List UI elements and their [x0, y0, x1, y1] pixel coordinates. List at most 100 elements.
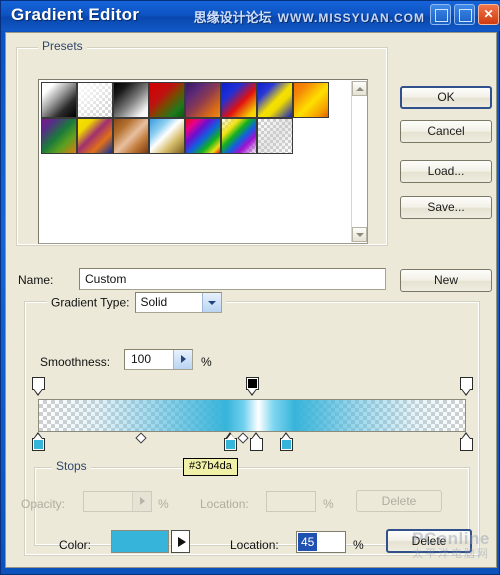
preset-swatch-black-white[interactable]	[113, 82, 149, 118]
close-button[interactable]: ✕	[478, 4, 499, 25]
opacity-stop-fill	[247, 379, 257, 388]
presets-scrollbar[interactable]	[351, 81, 367, 242]
color-stop-fill	[251, 440, 261, 449]
opacity-stepper-icon	[132, 492, 151, 511]
dialog-client-area: Presets OK Cancel Load... Save... New Na…	[5, 32, 497, 568]
color-delete-button[interactable]: Delete	[386, 529, 472, 553]
presets-list[interactable]	[38, 79, 368, 244]
presets-swatch-grid	[41, 82, 337, 154]
opacity-value	[84, 494, 90, 508]
gradient-preview-area	[24, 377, 480, 457]
preset-swatch-transparent-rainbow[interactable]	[221, 118, 257, 154]
preset-swatch-blue-red-yellow[interactable]	[221, 82, 257, 118]
color-stop-fill	[281, 440, 291, 449]
color-stop-fill	[461, 440, 471, 449]
preset-swatch-red-green[interactable]	[149, 82, 185, 118]
preset-swatch-foreground-to-background[interactable]	[41, 82, 77, 118]
name-label: Name:	[18, 273, 54, 287]
smoothness-input[interactable]: 100	[124, 349, 193, 370]
opacity-delete-button: Delete	[356, 490, 442, 512]
preset-swatch-violet-green-orange[interactable]	[41, 118, 77, 154]
name-input[interactable]: Custom	[79, 268, 386, 290]
close-icon: ✕	[483, 7, 494, 21]
color-swatch[interactable]	[111, 530, 169, 553]
ok-button[interactable]: OK	[400, 86, 492, 109]
gradient-preview	[39, 400, 465, 431]
preset-swatch-orange-yellow-orange[interactable]	[293, 82, 329, 118]
presets-scroll-up-button[interactable]	[352, 81, 367, 96]
opacity-stop-tip-inner	[34, 389, 42, 394]
color-location-input[interactable]: 45	[296, 531, 346, 553]
midpoint-color-white[interactable]	[237, 432, 250, 444]
cancel-button[interactable]: Cancel	[400, 120, 492, 143]
preset-swatch-transparent-stripes[interactable]	[257, 118, 293, 154]
new-button[interactable]: New	[400, 269, 492, 292]
color-dropdown-arrow-icon	[178, 537, 186, 547]
color-stop-white[interactable]	[249, 432, 263, 451]
preset-swatch-violet-orange[interactable]	[185, 82, 221, 118]
opacity-location-label: Location:	[200, 497, 249, 511]
smoothness-label: Smoothness:	[40, 355, 111, 369]
opacity-stop-tip-inner	[462, 389, 470, 394]
preset-swatch-spectrum[interactable]	[185, 118, 221, 154]
color-label: Color:	[59, 538, 92, 552]
maximize-icon	[459, 9, 472, 22]
preset-swatch-foreground-to-transparent[interactable]	[77, 82, 113, 118]
scroll-down-arrow-icon	[356, 233, 364, 237]
minimize-icon	[435, 9, 448, 22]
color-stop-end[interactable]	[459, 432, 473, 451]
opacity-stop-fill	[461, 379, 471, 388]
gradient-type-label: Gradient Type:	[51, 295, 130, 310]
titlebar-watermark-cn: 思缘设计论坛	[193, 10, 272, 25]
chevron-down-icon	[201, 293, 221, 312]
color-stop-left[interactable]	[31, 432, 45, 451]
color-stop-fill	[33, 440, 43, 449]
presets-scroll-down-button[interactable]	[352, 227, 367, 242]
color-stop-selected[interactable]	[224, 432, 238, 451]
color-tooltip: #37b4da	[183, 458, 238, 476]
opacity-location-percent-label: %	[323, 497, 334, 511]
preset-swatch-blue-yellow-blue[interactable]	[257, 82, 293, 118]
opacity-stop-tip-inner	[248, 389, 256, 394]
maximize-button[interactable]	[454, 4, 475, 25]
color-stop-right-blue[interactable]	[279, 432, 293, 451]
color-stop-tip-inner	[462, 434, 470, 439]
color-stop-tip-inner	[252, 434, 261, 439]
opacity-stop-middle[interactable]	[245, 377, 259, 396]
opacity-input	[83, 491, 152, 512]
gradient-type-row: Gradient Type: Solid	[47, 292, 226, 313]
window-title: Gradient Editor	[11, 5, 140, 24]
load-button[interactable]: Load...	[400, 160, 492, 183]
preset-swatch-chrome[interactable]	[149, 118, 185, 154]
preset-swatch-copper[interactable]	[113, 118, 149, 154]
color-stop-tip-inner	[282, 434, 291, 439]
gradient-editor-window: Gradient Editor 思缘设计论坛 WWW.MISSYUAN.COM ✕…	[0, 0, 500, 575]
titlebar-watermark-url: WWW.MISSYUAN.COM	[277, 11, 425, 25]
color-stop-tip-inner	[226, 434, 235, 439]
opacity-stop-right[interactable]	[459, 377, 473, 396]
smoothness-percent-label: %	[201, 355, 212, 369]
gradient-type-select[interactable]: Solid	[134, 292, 222, 313]
gradient-type-value: Solid	[140, 295, 168, 309]
chevron-right-icon[interactable]	[173, 350, 192, 369]
opacity-label: Opacity:	[21, 497, 66, 511]
save-button[interactable]: Save...	[400, 196, 492, 219]
color-location-label: Location:	[230, 538, 279, 552]
color-stop-tip-inner	[34, 434, 42, 439]
gradient-bar[interactable]	[38, 399, 466, 432]
color-location-percent-label: %	[353, 538, 364, 552]
minimize-button[interactable]	[430, 4, 451, 25]
opacity-stop-left[interactable]	[31, 377, 45, 396]
titlebar-watermark: 思缘设计论坛 WWW.MISSYUAN.COM	[194, 7, 425, 26]
color-dropdown-button[interactable]	[171, 530, 190, 553]
scroll-up-arrow-icon	[356, 87, 364, 91]
opacity-percent-label: %	[158, 497, 169, 511]
opacity-stop-fill	[33, 379, 43, 388]
window-titlebar: Gradient Editor 思缘设计论坛 WWW.MISSYUAN.COM ✕	[1, 1, 500, 31]
presets-title: Presets	[38, 39, 87, 53]
midpoint-opacity-left[interactable]	[135, 432, 147, 444]
stops-title: Stops	[52, 459, 91, 473]
smoothness-value: 100	[131, 352, 152, 366]
color-location-value: 45	[298, 533, 318, 551]
preset-swatch-yellow-violet-orange-blue[interactable]	[77, 118, 113, 154]
